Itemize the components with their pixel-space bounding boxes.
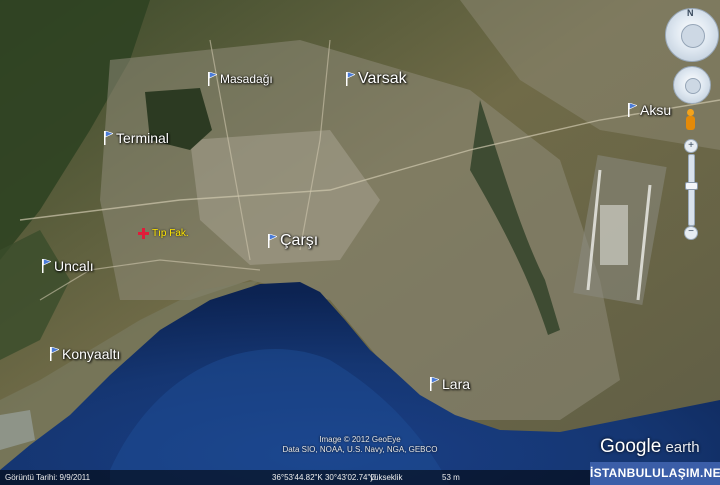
flag-icon xyxy=(430,377,439,391)
zoom-slider-thumb[interactable] xyxy=(685,182,698,190)
place-label: Konyaaltı xyxy=(62,346,121,362)
flag-icon xyxy=(628,103,637,117)
place-marker-konyaalti[interactable]: Konyaaltı xyxy=(50,346,120,362)
move-control-ring[interactable] xyxy=(673,66,711,104)
place-label: Aksu xyxy=(640,102,672,118)
elevation-label: yükseklik xyxy=(370,473,403,482)
place-label: Uncalı xyxy=(54,258,94,274)
cursor-coordinates: 36°53'44.82"K 30°43'02.74"D xyxy=(272,473,377,482)
elevation-value: 53 m xyxy=(442,473,460,482)
hand-icon[interactable] xyxy=(685,78,701,94)
place-label: Lara xyxy=(442,376,471,392)
imagery-date: Görüntü Tarihi: 9/9/2011 xyxy=(5,473,91,482)
place-marker-masadagi[interactable]: Masadağı xyxy=(208,72,273,86)
status-bar: Görüntü Tarihi: 9/9/2011 36°53'44.82"K 3… xyxy=(0,470,590,485)
map-viewport[interactable]: Masadağı Varsak Aksu Terminal Çarşı Unca… xyxy=(0,0,720,485)
place-label: Terminal xyxy=(116,130,169,146)
flag-icon xyxy=(50,347,59,361)
credit-line: Data SIO, NOAA, U.S. Navy, NGA, GEBCO xyxy=(282,445,438,454)
logo-secondary: earth xyxy=(661,439,700,456)
place-marker-varsak[interactable]: Varsak xyxy=(346,70,407,88)
flag-icon xyxy=(268,234,277,248)
zoom-slider-track[interactable] xyxy=(688,154,695,226)
flag-icon xyxy=(42,259,51,273)
zoom-in-button[interactable]: + xyxy=(684,139,698,153)
hospital-marker[interactable]: Tıp Fak. xyxy=(138,228,189,239)
flag-icon xyxy=(208,72,217,86)
street-view-pegman-icon[interactable] xyxy=(684,109,696,131)
place-marker-terminal[interactable]: Terminal xyxy=(104,130,169,146)
hospital-cross-icon xyxy=(138,228,149,239)
site-watermark-badge: İSTANBULULAŞIM.NET xyxy=(590,462,720,485)
credit-line: Image © 2012 GeoEye xyxy=(319,435,401,444)
zoom-out-button[interactable]: − xyxy=(684,226,698,240)
look-control-ring[interactable]: N xyxy=(665,8,719,62)
logo-primary: Google xyxy=(600,436,662,457)
flag-icon xyxy=(104,131,113,145)
eye-icon[interactable] xyxy=(681,24,705,48)
hospital-label: Tıp Fak. xyxy=(152,228,189,239)
imagery-credits: Image © 2012 GeoEye Data SIO, NOAA, U.S.… xyxy=(270,435,450,455)
flag-icon xyxy=(346,72,355,86)
place-marker-uncali[interactable]: Uncalı xyxy=(42,258,94,274)
place-marker-lara[interactable]: Lara xyxy=(430,376,470,392)
place-marker-carsi[interactable]: Çarşı xyxy=(268,232,318,250)
place-marker-aksu[interactable]: Aksu xyxy=(628,102,671,118)
north-indicator: N xyxy=(687,8,694,18)
place-label: Varsak xyxy=(358,70,407,87)
place-label: Çarşı xyxy=(280,232,319,249)
google-earth-logo: Google earth xyxy=(600,436,700,458)
place-label: Masadağı xyxy=(220,72,273,86)
